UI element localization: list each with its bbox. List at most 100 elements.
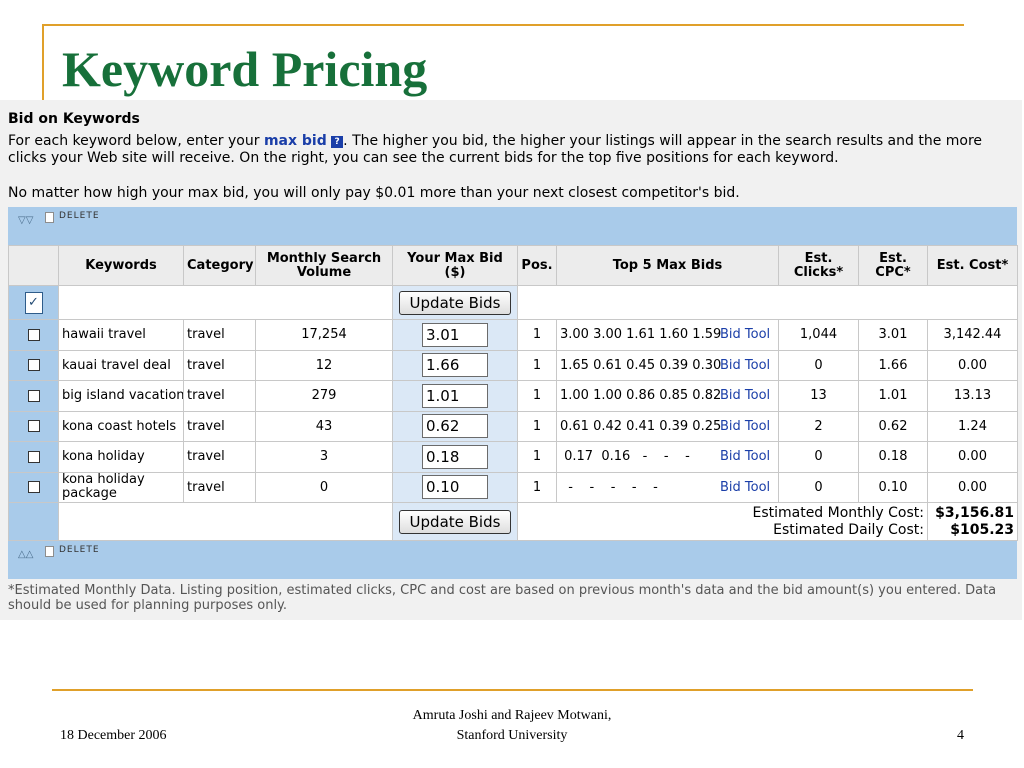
top-accent-line bbox=[42, 24, 964, 26]
row-checkbox[interactable] bbox=[27, 450, 40, 463]
max-bid-input[interactable]: 1.66 bbox=[422, 353, 488, 378]
chevron-down-icon[interactable]: ▽▽ bbox=[18, 215, 33, 226]
update-bids-button-top[interactable]: Update Bids bbox=[398, 290, 512, 315]
row-checkbox[interactable] bbox=[27, 481, 40, 494]
cpc-cell: 0.10 bbox=[858, 471, 928, 503]
position-cell: 1 bbox=[517, 471, 557, 503]
top5-bids: 0.17 0.16 - - - bbox=[560, 449, 690, 465]
footer-date: 18 December 2006 bbox=[60, 728, 167, 743]
bid-cell: 1.66 bbox=[392, 349, 518, 381]
top5-bids: 3.00 3.00 1.61 1.60 1.59 bbox=[560, 327, 722, 343]
top5-bids: 1.65 0.61 0.45 0.39 0.30 bbox=[560, 357, 722, 373]
volume-cell: 12 bbox=[255, 349, 393, 381]
footer-select-cell bbox=[8, 502, 59, 541]
bid-cell: 3.01 bbox=[392, 319, 518, 351]
bid-tool-link[interactable]: Bid Tool bbox=[720, 327, 770, 342]
select-all-checkbox[interactable]: ✓ bbox=[24, 291, 43, 314]
row-checkbox[interactable] bbox=[27, 359, 40, 372]
category-cell: travel bbox=[183, 319, 256, 351]
keyword-cell: kona coast hotels bbox=[58, 410, 184, 442]
table-row: big island vacation travel 279 1.01 1 1.… bbox=[8, 380, 1018, 412]
daily-cost-label: Estimated Daily Cost: bbox=[773, 521, 924, 538]
bid-cell: 0.62 bbox=[392, 410, 518, 442]
update-bottom-cell: Update Bids bbox=[392, 502, 518, 541]
footnote: *Estimated Monthly Data. Listing positio… bbox=[8, 583, 997, 613]
category-cell: travel bbox=[183, 471, 256, 503]
cost-cell: 1.24 bbox=[927, 410, 1018, 442]
select-all-cell: ✓ bbox=[8, 285, 59, 320]
daily-cost-value: $105.23 bbox=[950, 521, 1014, 538]
keyword-cell: kona holiday package bbox=[58, 471, 184, 503]
cpc-cell: 1.01 bbox=[858, 380, 928, 412]
bid-tool-link[interactable]: Bid Tool bbox=[720, 388, 770, 403]
chevron-up-icon[interactable]: △△ bbox=[18, 549, 33, 560]
volume-cell: 0 bbox=[255, 471, 393, 503]
slide-title: Keyword Pricing bbox=[62, 41, 428, 97]
delete-label-bottom[interactable]: DELETE bbox=[59, 545, 100, 555]
cost-cell: 13.13 bbox=[927, 380, 1018, 412]
cost-cell: 0.00 bbox=[927, 471, 1018, 503]
cost-cell: 0.00 bbox=[927, 441, 1018, 473]
max-bid-input[interactable]: 0.62 bbox=[422, 414, 488, 439]
page-number: 4 bbox=[957, 728, 964, 743]
panel-title: Bid on Keywords bbox=[8, 111, 140, 127]
header-max-bid[interactable]: Your Max Bid ($) bbox=[392, 245, 518, 286]
bid-on-keywords-panel: Bid on Keywords For each keyword below, … bbox=[0, 100, 1022, 620]
header-clicks[interactable]: Est. Clicks* bbox=[778, 245, 859, 286]
max-bid-input[interactable]: 3.01 bbox=[422, 322, 488, 347]
row-checkbox[interactable] bbox=[27, 328, 40, 341]
clicks-cell: 0 bbox=[778, 441, 859, 473]
header-category[interactable]: Category bbox=[183, 245, 256, 286]
cost-labels-cell: Estimated Monthly Cost: Estimated Daily … bbox=[517, 502, 928, 541]
header-volume[interactable]: Monthly Search Volume bbox=[255, 245, 393, 286]
bid-tool-link[interactable]: Bid Tool bbox=[720, 358, 770, 373]
volume-cell: 17,254 bbox=[255, 319, 393, 351]
top5-bids: - - - - - bbox=[560, 479, 658, 495]
position-cell: 1 bbox=[517, 441, 557, 473]
bid-tool-link[interactable]: Bid Tool bbox=[720, 449, 770, 464]
row-select-cell bbox=[8, 410, 59, 442]
cpc-cell: 0.18 bbox=[858, 441, 928, 473]
position-cell: 1 bbox=[517, 380, 557, 412]
footer-authors-line2: Stanford University bbox=[456, 728, 568, 743]
row-checkbox[interactable] bbox=[27, 389, 40, 402]
keyword-cell: kauai travel deal bbox=[58, 349, 184, 381]
category-cell: travel bbox=[183, 349, 256, 381]
row-select-cell bbox=[8, 349, 59, 381]
max-bid-input[interactable]: 0.10 bbox=[422, 475, 488, 500]
keyword-table: Keywords Category Monthly Search Volume … bbox=[8, 245, 1018, 541]
bid-cell: 0.10 bbox=[392, 471, 518, 503]
header-position[interactable]: Pos. bbox=[517, 245, 557, 286]
delete-label-top[interactable]: DELETE bbox=[59, 211, 100, 221]
top5-cell: 0.17 0.16 - - - Bid Tool bbox=[556, 441, 779, 473]
bid-tool-link[interactable]: Bid Tool bbox=[720, 480, 770, 495]
row-checkbox[interactable] bbox=[27, 420, 40, 433]
top-action-bar: ▽▽ DELETE bbox=[8, 207, 1017, 245]
update-top-cell: Update Bids bbox=[392, 285, 518, 320]
top5-bids: 1.00 1.00 0.86 0.85 0.82 bbox=[560, 388, 722, 404]
delete-checkbox-top[interactable] bbox=[45, 212, 54, 223]
max-bid-input[interactable]: 0.18 bbox=[422, 444, 488, 469]
bid-cell: 1.01 bbox=[392, 380, 518, 412]
header-select bbox=[8, 245, 59, 286]
delete-checkbox-bottom[interactable] bbox=[45, 546, 54, 557]
cost-cell: 3,142.44 bbox=[927, 319, 1018, 351]
top5-cell: 3.00 3.00 1.61 1.60 1.59Bid Tool bbox=[556, 319, 779, 351]
header-cost[interactable]: Est. Cost* bbox=[927, 245, 1018, 286]
header-cpc[interactable]: Est. CPC* bbox=[858, 245, 928, 286]
volume-cell: 43 bbox=[255, 410, 393, 442]
table-row: kauai travel deal travel 12 1.66 1 1.65 … bbox=[8, 349, 1018, 381]
clicks-cell: 13 bbox=[778, 380, 859, 412]
update-bids-button-bottom[interactable]: Update Bids bbox=[398, 509, 512, 534]
max-bid-input[interactable]: 1.01 bbox=[422, 383, 488, 408]
keyword-cell: big island vacation bbox=[58, 380, 184, 412]
monthly-cost-value: $3,156.81 bbox=[935, 504, 1014, 521]
clicks-cell: 1,044 bbox=[778, 319, 859, 351]
row-select-cell bbox=[8, 441, 59, 473]
help-icon[interactable]: ? bbox=[331, 136, 344, 148]
footer-blank bbox=[58, 502, 393, 541]
max-bid-link[interactable]: max bid bbox=[264, 133, 327, 149]
bottom-action-bar: △△ DELETE bbox=[8, 541, 1017, 579]
bid-tool-link[interactable]: Bid Tool bbox=[720, 419, 770, 434]
header-keywords[interactable]: Keywords bbox=[58, 245, 184, 286]
